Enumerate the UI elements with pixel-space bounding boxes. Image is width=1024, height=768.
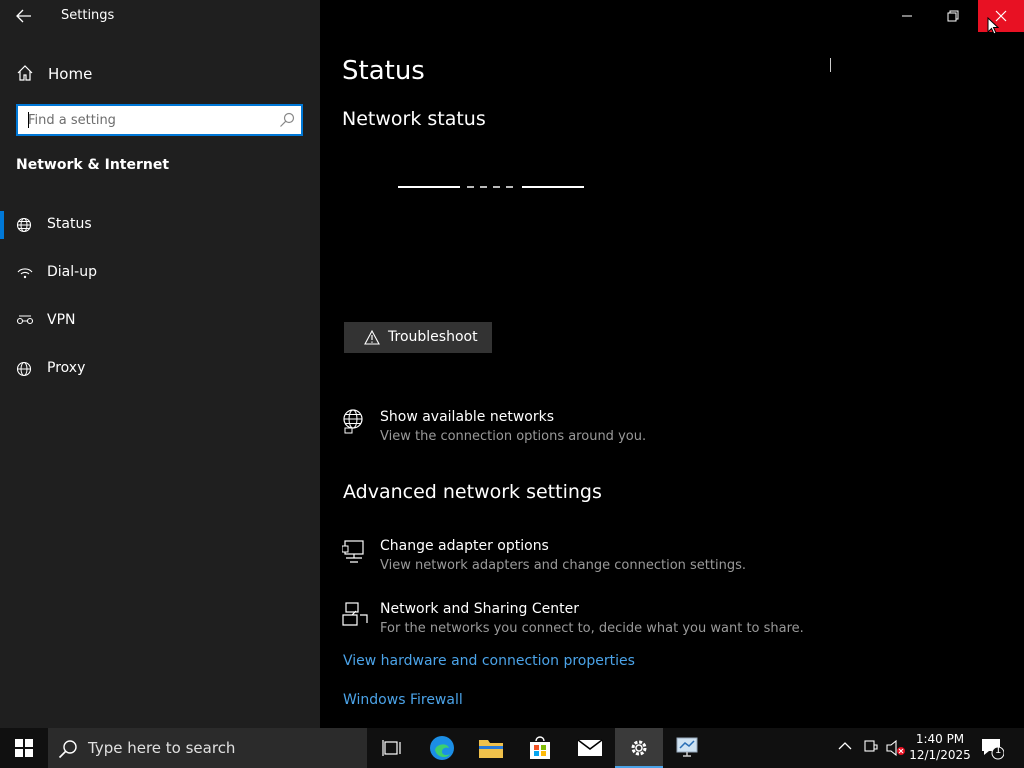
- hardware-properties-link[interactable]: View hardware and connection properties: [343, 653, 635, 669]
- mail-icon: [577, 739, 603, 756]
- network-line-left: [398, 186, 460, 188]
- find-setting-input[interactable]: [28, 106, 278, 134]
- taskbar-store[interactable]: [516, 728, 564, 768]
- home-link[interactable]: Home: [0, 58, 320, 90]
- option-description: For the networks you connect to, decide …: [380, 621, 804, 636]
- settings-sidebar: Settings Home Network & Internet Status …: [0, 0, 320, 728]
- warning-icon: [364, 330, 380, 345]
- taskbar-clock[interactable]: 1:40 PM 12/1/2025: [908, 731, 972, 763]
- taskbar-network-app[interactable]: [663, 728, 711, 768]
- taskbar-search[interactable]: Type here to search: [48, 728, 367, 768]
- gear-icon: [631, 740, 647, 756]
- globe-icon: [16, 361, 32, 377]
- taskbar-file-explorer[interactable]: [467, 728, 515, 768]
- folder-icon: [479, 740, 503, 758]
- action-center-button[interactable]: 1: [980, 736, 1005, 764]
- clock-date: 12/1/2025: [909, 748, 971, 762]
- task-view-button[interactable]: [368, 728, 416, 768]
- restore-icon: [947, 10, 959, 22]
- window-title: Settings: [61, 8, 115, 23]
- taskbar-settings[interactable]: [615, 728, 663, 768]
- minimize-button[interactable]: [884, 0, 930, 32]
- section-heading: Network & Internet: [16, 157, 170, 173]
- clock-time: 1:40 PM: [915, 732, 965, 746]
- sidebar-item-vpn[interactable]: VPN: [0, 301, 320, 341]
- windows-firewall-link[interactable]: Windows Firewall: [343, 692, 463, 708]
- sidebar-item-proxy[interactable]: Proxy: [0, 349, 320, 389]
- sidebar-item-dialup[interactable]: Dial-up: [0, 253, 320, 293]
- network-line-right: [522, 186, 584, 188]
- sidebar-item-label: Proxy: [47, 360, 86, 376]
- taskbar-mail[interactable]: [566, 728, 614, 768]
- option-description: View the connection options around you.: [380, 429, 647, 444]
- back-arrow-icon: [16, 9, 31, 23]
- close-button[interactable]: [978, 0, 1024, 32]
- globe-network-icon: [16, 217, 32, 233]
- network-adapter-icon: [342, 540, 364, 563]
- sidebar-item-label: VPN: [47, 312, 76, 328]
- find-setting-search[interactable]: [16, 104, 303, 136]
- taskbar-edge[interactable]: [418, 728, 466, 768]
- home-label: Home: [48, 65, 93, 83]
- option-title: Show available networks: [380, 409, 555, 425]
- restore-button[interactable]: [930, 0, 976, 32]
- sidebar-item-status[interactable]: Status: [0, 205, 320, 245]
- taskbar-search-placeholder: Type here to search: [88, 739, 236, 757]
- sidebar-item-label: Status: [47, 216, 92, 232]
- option-title: Network and Sharing Center: [380, 601, 580, 617]
- advanced-settings-heading: Advanced network settings: [343, 481, 602, 503]
- troubleshoot-label: Troubleshoot: [388, 329, 478, 345]
- main-content: Status Network status Troubleshoot Show …: [320, 0, 1024, 728]
- network-tray-icon[interactable]: [863, 739, 879, 755]
- network-dash: [506, 186, 513, 188]
- windows-logo-icon: [15, 739, 33, 757]
- troubleshoot-button[interactable]: Troubleshoot: [344, 322, 492, 353]
- network-status-heading: Network status: [342, 108, 486, 130]
- start-button[interactable]: [0, 728, 48, 768]
- taskbar: Type here to search 1:40 PM 12/1/2025 1: [0, 728, 1024, 768]
- network-monitor-icon: [676, 737, 698, 757]
- store-icon: [530, 736, 550, 759]
- show-available-networks[interactable]: Show available networks View the connect…: [342, 409, 1002, 453]
- search-icon: [58, 740, 77, 759]
- text-cursor-icon: [830, 58, 831, 72]
- network-sharing-center[interactable]: Network and Sharing Center For the netwo…: [342, 601, 1002, 645]
- active-indicator: [0, 211, 4, 239]
- network-dash: [493, 186, 500, 188]
- vpn-icon: [16, 315, 34, 325]
- back-button[interactable]: [10, 4, 38, 28]
- home-icon: [17, 65, 33, 81]
- chevron-up-icon[interactable]: [838, 741, 852, 751]
- change-adapter-options[interactable]: Change adapter options View network adap…: [342, 538, 1002, 582]
- network-dash: [480, 186, 487, 188]
- task-view-icon: [382, 740, 401, 756]
- sidebar-item-label: Dial-up: [47, 264, 97, 280]
- mouse-pointer-icon: [987, 17, 999, 35]
- title-bar-left: Settings: [0, 0, 320, 32]
- globe-network-icon: [343, 409, 363, 434]
- page-title: Status: [342, 56, 425, 86]
- option-title: Change adapter options: [380, 538, 549, 554]
- sharing-center-icon: [342, 602, 368, 626]
- minimize-icon: [902, 15, 912, 17]
- dialup-icon: [17, 268, 33, 279]
- network-dash: [467, 186, 474, 188]
- volume-muted-icon[interactable]: [886, 739, 906, 757]
- edge-browser-icon: [430, 736, 454, 760]
- search-icon: [280, 112, 295, 127]
- option-description: View network adapters and change connect…: [380, 558, 746, 573]
- notification-count: 1: [995, 745, 1002, 756]
